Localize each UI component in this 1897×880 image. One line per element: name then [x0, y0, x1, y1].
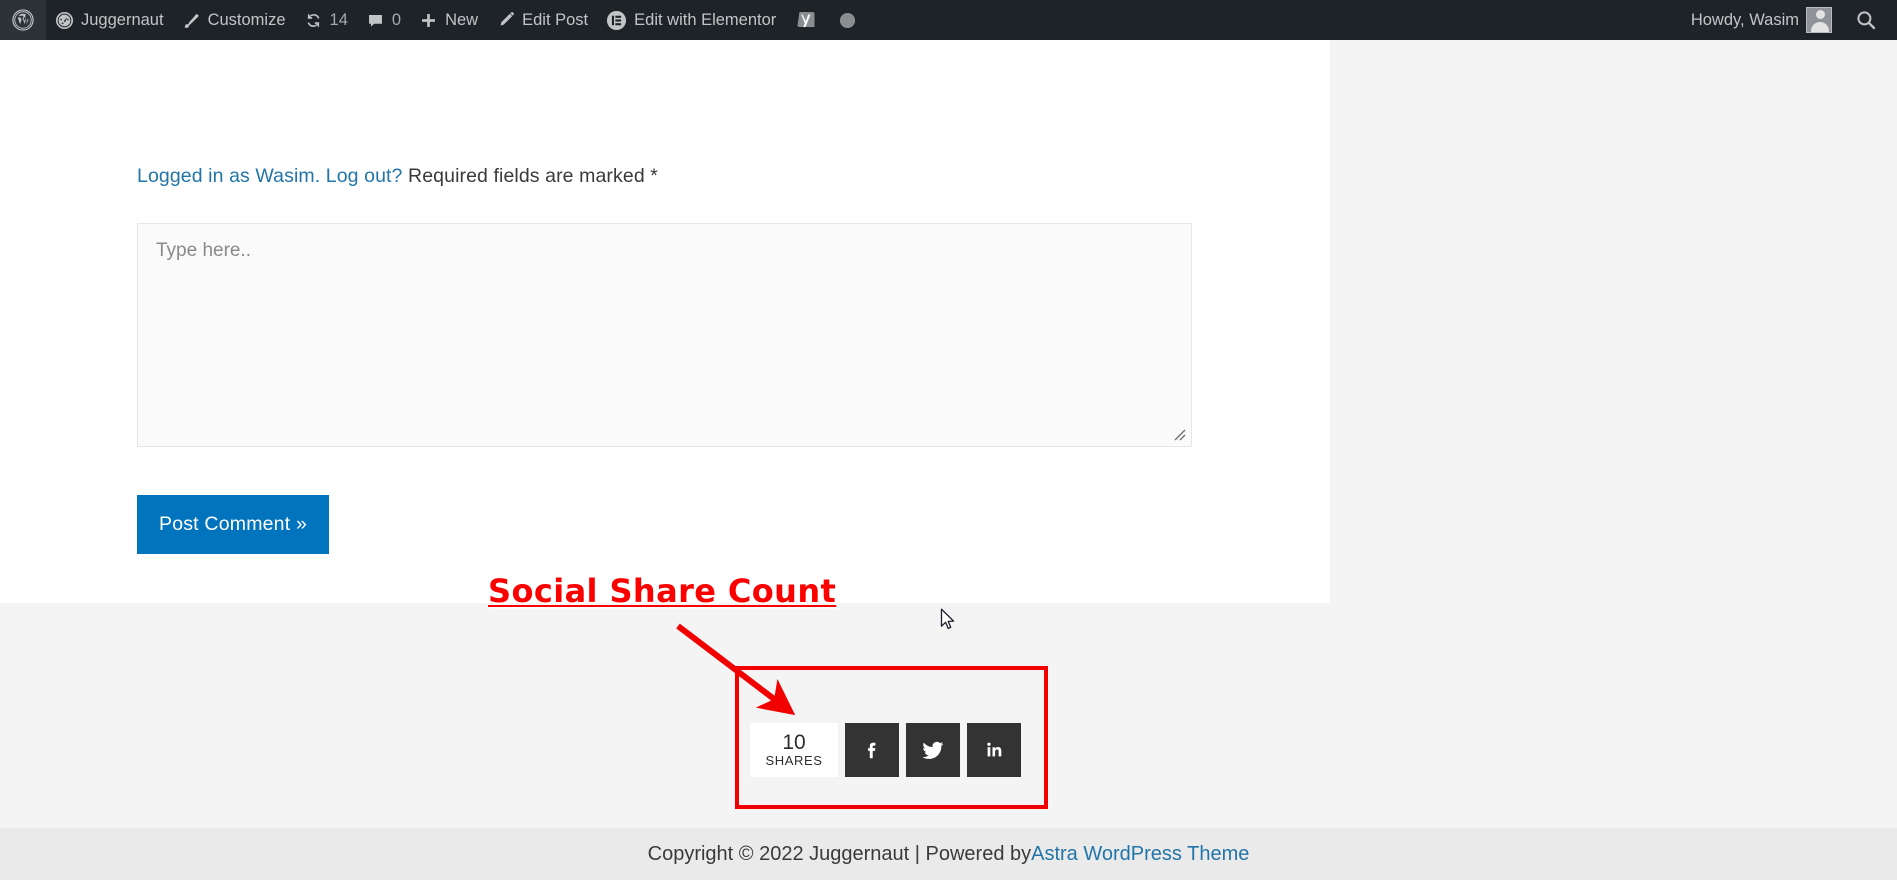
greeting-label: Howdy, Wasim — [1690, 10, 1799, 29]
required-fields-note: Required fields are marked * — [408, 165, 658, 187]
sidebar-item-customize[interactable]: Customize — [173, 0, 295, 40]
plus-icon — [419, 11, 438, 30]
logged-in-as-link[interactable]: Logged in as Wasim. — [137, 165, 320, 187]
share-count-box[interactable]: 10 SHARES — [750, 723, 838, 777]
comments-count: 0 — [391, 10, 402, 29]
admin-bar-search-button[interactable] — [1846, 0, 1897, 40]
logout-link[interactable]: Log out? — [326, 165, 403, 187]
sidebar-item-edit-post[interactable]: Edit Post — [487, 0, 597, 40]
sidebar-item-updates[interactable]: 14 — [295, 0, 357, 40]
dashboard-icon — [55, 11, 74, 30]
avatar — [1806, 7, 1832, 33]
yoast-seo-menu[interactable] — [785, 0, 829, 40]
my-account-menu[interactable]: Howdy, Wasim — [1682, 0, 1846, 40]
wp-admin-bar: Juggernaut Customize 14 0 New Edit Post … — [0, 0, 1897, 40]
comment-form-meta: Logged in as Wasim. Log out? Required fi… — [137, 165, 658, 188]
post-comment-button[interactable]: Post Comment » — [137, 495, 329, 554]
updates-icon — [304, 11, 323, 30]
sidebar-item-new-content[interactable]: New — [410, 0, 487, 40]
share-count-label: SHARES — [765, 753, 823, 769]
comment-textarea[interactable] — [137, 223, 1192, 447]
share-count-number: 10 — [782, 730, 806, 754]
footer-copyright-text: Copyright © 2022 Juggernaut | Powered by — [647, 842, 1032, 865]
wordpress-logo-icon — [12, 9, 34, 31]
gray-circle-icon — [839, 12, 856, 29]
share-facebook-button[interactable] — [845, 723, 899, 777]
astra-theme-link[interactable]: Astra WordPress Theme — [1031, 843, 1249, 866]
new-content-label: New — [445, 10, 479, 29]
pencil-icon — [496, 11, 515, 30]
edit-with-elementor-label: Edit with Elementor — [634, 10, 777, 29]
status-circle-menu[interactable] — [829, 0, 866, 40]
customize-label: Customize — [207, 10, 286, 29]
share-twitter-button[interactable] — [906, 723, 960, 777]
yoast-icon — [795, 8, 819, 32]
facebook-icon — [859, 737, 885, 763]
edit-post-label: Edit Post — [522, 10, 589, 29]
wp-logo-menu[interactable] — [0, 0, 46, 40]
annotation-title: Social Share Count — [488, 572, 837, 610]
admin-bar-right-group: Howdy, Wasim — [1682, 0, 1897, 40]
paintbrush-icon — [182, 11, 201, 30]
twitter-icon — [919, 736, 947, 764]
site-footer: Copyright © 2022 Juggernaut | Powered by… — [0, 828, 1897, 880]
post-content-area: Logged in as Wasim. Log out? Required fi… — [0, 40, 1330, 603]
site-name-label: Juggernaut — [81, 10, 164, 29]
page-body: Logged in as Wasim. Log out? Required fi… — [0, 40, 1897, 880]
share-linkedin-button[interactable] — [967, 723, 1021, 777]
elementor-icon — [606, 10, 627, 31]
sidebar-item-edit-with-elementor[interactable]: Edit with Elementor — [597, 0, 785, 40]
updates-count: 14 — [329, 10, 348, 29]
social-share-buttons: 10 SHARES — [750, 723, 1021, 777]
comment-bubble-icon — [366, 11, 385, 30]
linkedin-icon — [981, 737, 1007, 763]
sidebar-item-comments[interactable]: 0 — [357, 0, 410, 40]
search-icon — [1855, 9, 1877, 31]
sidebar-item-site-name[interactable]: Juggernaut — [46, 0, 173, 40]
